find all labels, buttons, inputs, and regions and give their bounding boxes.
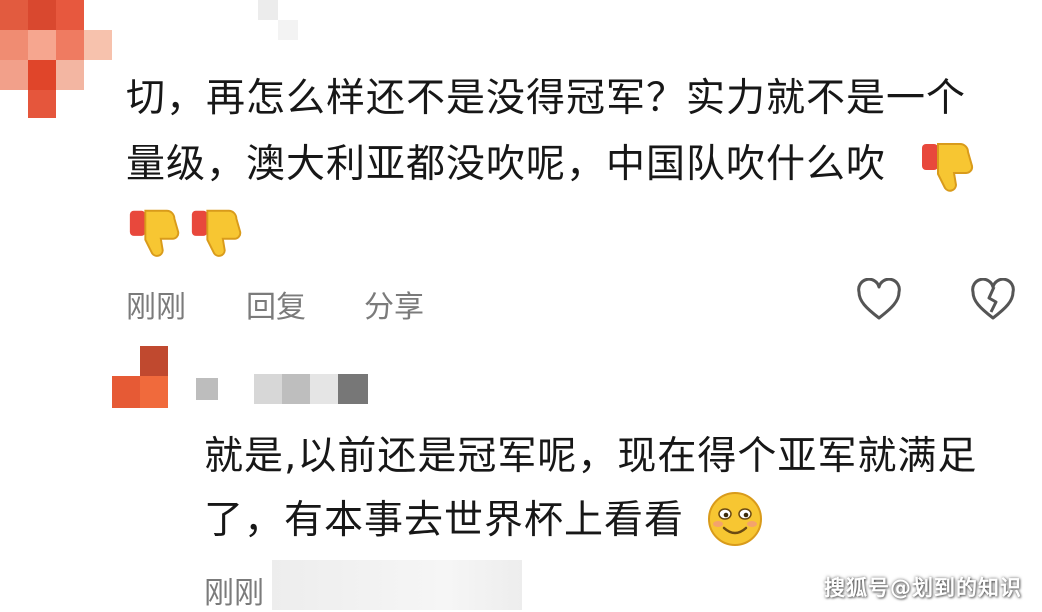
thumbs-down-icon [129, 209, 180, 257]
thumbs-down-icon [191, 209, 242, 257]
comment-text: 量级，澳大利亚都没吹呢，中国队吹什么吹 [126, 136, 886, 193]
username-blurred[interactable] [258, 0, 298, 42]
comment-time: 刚刚 [204, 576, 264, 611]
comment-text: 了，有本事去世界杯上看看 [204, 492, 684, 549]
avatar-blurred[interactable] [0, 0, 112, 118]
blurred-bar [272, 560, 522, 610]
share-button[interactable]: 分享 [364, 282, 424, 326]
comment-text: 切，再怎么样还不是没得冠军？实力就不是一个 [126, 70, 966, 127]
avatar-blurred[interactable] [112, 346, 170, 408]
comment-text: 就是,以前还是冠军呢，现在得个亚军就满足 [204, 428, 977, 485]
comment-text-line: 量级，澳大利亚都没吹呢，中国队吹什么吹 [126, 142, 887, 187]
comment-text-line: 了，有本事去世界杯上看看 [204, 498, 685, 543]
heart-outline-icon[interactable] [856, 278, 902, 322]
watermark: 搜狐号@划到的知识 [824, 576, 1022, 600]
comment-text-line: 就是,以前还是冠军呢，现在得个亚军就满足 [204, 434, 978, 479]
reply-button[interactable]: 回复 [246, 282, 306, 326]
username-blurred[interactable] [196, 374, 368, 404]
comment-time: 刚刚 [126, 290, 186, 325]
smiling-face-icon [708, 492, 762, 546]
broken-heart-icon[interactable] [970, 278, 1016, 322]
comment-text-line: 切，再怎么样还不是没得冠军？实力就不是一个 [126, 76, 967, 121]
thumbs-down-icon [922, 143, 974, 192]
